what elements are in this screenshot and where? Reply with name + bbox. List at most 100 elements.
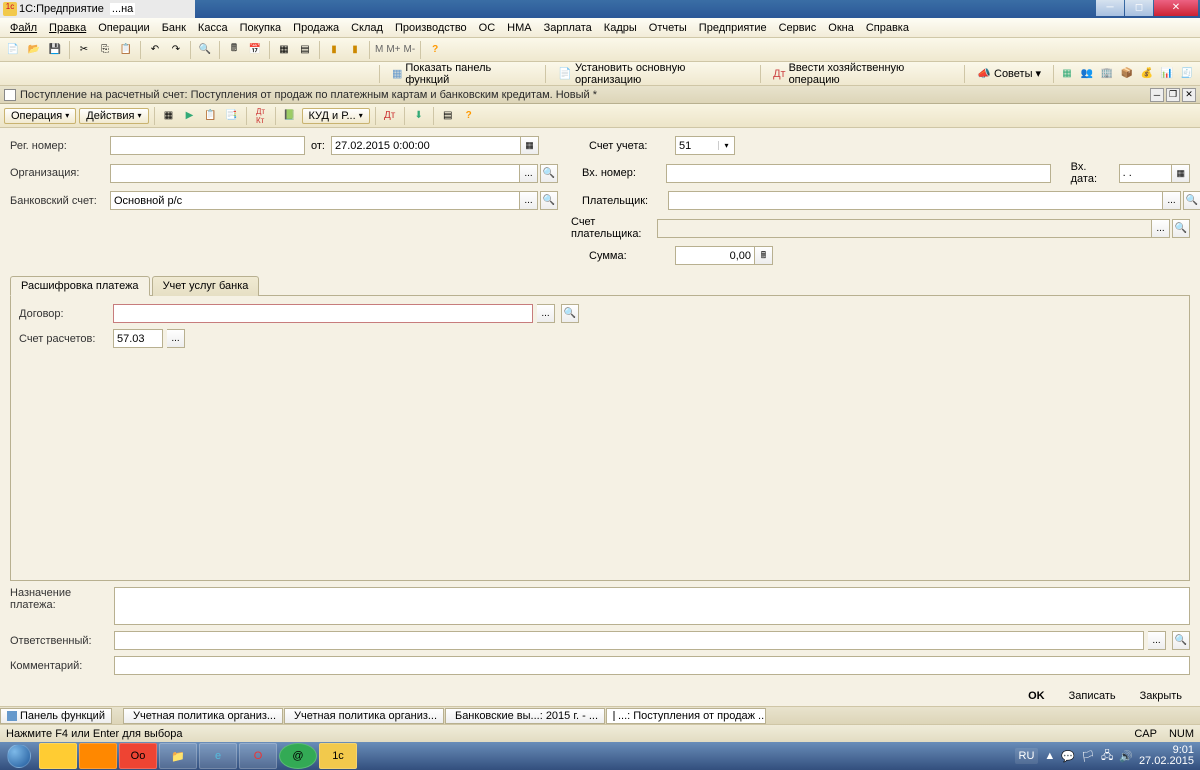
- advice-button[interactable]: 📣 Советы ▾: [970, 64, 1048, 83]
- responsible-input[interactable]: [114, 631, 1144, 650]
- payer-acc-search-button[interactable]: 🔍: [1172, 219, 1190, 238]
- show-panel-button[interactable]: ▦ Показать панель функций: [385, 59, 540, 89]
- mdi-tab-panel[interactable]: Панель функций: [0, 708, 112, 724]
- open-icon[interactable]: 📂: [25, 41, 43, 59]
- sum-calc-button[interactable]: 🖩: [755, 246, 773, 265]
- close-button[interactable]: Закрыть: [1132, 688, 1190, 704]
- rt-icon-4[interactable]: 📦: [1118, 65, 1136, 83]
- new-doc-icon[interactable]: 📄: [4, 41, 22, 59]
- rt-icon-1[interactable]: ▦: [1058, 65, 1076, 83]
- kudir-dropdown[interactable]: КУД и Р...▾: [302, 108, 370, 124]
- start-button[interactable]: [0, 742, 38, 770]
- menu-nma[interactable]: НМА: [501, 20, 537, 36]
- purpose-textarea[interactable]: [114, 587, 1190, 625]
- undo-icon[interactable]: ↶: [146, 41, 164, 59]
- menu-bank[interactable]: Банк: [156, 20, 192, 36]
- menu-operations[interactable]: Операции: [92, 20, 155, 36]
- tray-msg-icon[interactable]: 💬: [1061, 750, 1075, 763]
- task-ie[interactable]: e: [199, 743, 237, 769]
- menu-salary[interactable]: Зарплата: [538, 20, 598, 36]
- redo-icon[interactable]: ↷: [167, 41, 185, 59]
- contract-search-button[interactable]: 🔍: [561, 304, 579, 323]
- os-close-button[interactable]: ✕: [1154, 0, 1198, 16]
- menu-staff[interactable]: Кадры: [598, 20, 643, 36]
- task-tc[interactable]: [39, 743, 77, 769]
- doc-tool-4[interactable]: 📑: [223, 107, 241, 125]
- mdi-tab-bank[interactable]: Банковские вы...: 2015 г. - ...: [445, 708, 605, 724]
- task-mail[interactable]: [79, 743, 117, 769]
- paste-icon[interactable]: 📋: [117, 41, 135, 59]
- help-icon[interactable]: ?: [426, 41, 444, 59]
- menu-service[interactable]: Сервис: [773, 20, 823, 36]
- memory-mplus[interactable]: M+: [386, 44, 400, 55]
- org-select-button[interactable]: ...: [520, 164, 538, 183]
- menu-enterprise[interactable]: Предприятие: [693, 20, 773, 36]
- tray-vol-icon[interactable]: 🔊: [1119, 750, 1133, 763]
- find-icon[interactable]: 🔍: [196, 41, 214, 59]
- doc-tool-8[interactable]: ▤: [439, 107, 457, 125]
- toggle-icon[interactable]: ▦: [275, 41, 293, 59]
- calendar-button[interactable]: ▦: [521, 136, 539, 155]
- doc-tool-3[interactable]: 📋: [202, 107, 220, 125]
- menu-os[interactable]: ОС: [473, 20, 502, 36]
- payer-acc-select-button[interactable]: ...: [1152, 219, 1170, 238]
- memory-mminus[interactable]: M-: [404, 44, 416, 55]
- menu-reports[interactable]: Отчеты: [643, 20, 693, 36]
- doc-tool-2[interactable]: ▶: [181, 107, 199, 125]
- menu-edit[interactable]: Правка: [43, 20, 92, 36]
- menu-file[interactable]: Файл: [4, 20, 43, 36]
- doc-minimize-button[interactable]: ─: [1150, 88, 1164, 102]
- mdi-tab-policy1[interactable]: Учетная политика организ...: [123, 708, 283, 724]
- acc-calc-input[interactable]: 57.03: [113, 329, 163, 348]
- rt-icon-5[interactable]: 💰: [1138, 65, 1156, 83]
- operation-dropdown[interactable]: Операция▾: [4, 108, 76, 124]
- sum-input[interactable]: 0,00: [675, 246, 755, 265]
- cut-icon[interactable]: ✂: [75, 41, 93, 59]
- rt-icon-3[interactable]: 🏢: [1098, 65, 1116, 83]
- comment-input[interactable]: [114, 656, 1190, 675]
- bank-acc-input[interactable]: Основной р/с: [110, 191, 520, 210]
- os-minimize-button[interactable]: ─: [1096, 0, 1124, 16]
- doc-restore-button[interactable]: ❐: [1166, 88, 1180, 102]
- doc-close-button[interactable]: ✕: [1182, 88, 1196, 102]
- in-num-input[interactable]: [666, 164, 1051, 183]
- acc-calc-select-button[interactable]: ...: [167, 329, 185, 348]
- ok-button[interactable]: OK: [1020, 688, 1053, 704]
- responsible-select-button[interactable]: ...: [1148, 631, 1166, 650]
- payer-input[interactable]: [668, 191, 1163, 210]
- dt-kt-icon[interactable]: ДтКт: [252, 107, 270, 125]
- payer-select-button[interactable]: ...: [1163, 191, 1181, 210]
- doc-tool-1[interactable]: ▦: [160, 107, 178, 125]
- task-oo[interactable]: Oo: [119, 743, 157, 769]
- in-date-input[interactable]: . .: [1119, 164, 1173, 183]
- grid-icon[interactable]: ▤: [296, 41, 314, 59]
- os-maximize-button[interactable]: ◻: [1125, 0, 1153, 16]
- tray-net-icon[interactable]: 🖧: [1101, 747, 1113, 766]
- calendar-icon[interactable]: 📅: [246, 41, 264, 59]
- task-1c[interactable]: 1c: [319, 743, 357, 769]
- mdi-tab-current[interactable]: ...: Поступления от продаж ...: [606, 708, 766, 724]
- tab-bank-services[interactable]: Учет услуг банка: [152, 276, 260, 296]
- payer-acc-input[interactable]: [657, 219, 1152, 238]
- bar1-icon[interactable]: ▮: [325, 41, 343, 59]
- bank-acc-select-button[interactable]: ...: [520, 191, 538, 210]
- doc-tool-7[interactable]: ⬇: [410, 107, 428, 125]
- responsible-search-button[interactable]: 🔍: [1172, 631, 1190, 650]
- org-search-button[interactable]: 🔍: [540, 164, 558, 183]
- doc-tool-6[interactable]: Дт: [381, 107, 399, 125]
- tray-flag-icon[interactable]: 🏳: [1081, 750, 1095, 763]
- menu-sale[interactable]: Продажа: [287, 20, 345, 36]
- menu-purchase[interactable]: Покупка: [234, 20, 288, 36]
- menu-cash[interactable]: Касса: [192, 20, 234, 36]
- bar2-icon[interactable]: ▮: [346, 41, 364, 59]
- save-icon[interactable]: 💾: [46, 41, 64, 59]
- bank-acc-search-button[interactable]: 🔍: [540, 191, 558, 210]
- mdi-tab-policy2[interactable]: Учетная политика организ...: [284, 708, 444, 724]
- rt-icon-6[interactable]: 📊: [1158, 65, 1176, 83]
- set-org-button[interactable]: 📄 Установить основную организацию: [551, 59, 755, 89]
- doc-tool-5[interactable]: 📗: [281, 107, 299, 125]
- doc-help-icon[interactable]: ?: [460, 107, 478, 125]
- rt-icon-7[interactable]: 🧾: [1178, 65, 1196, 83]
- reg-num-input[interactable]: [110, 136, 305, 155]
- calc-icon[interactable]: 🖩: [225, 41, 243, 59]
